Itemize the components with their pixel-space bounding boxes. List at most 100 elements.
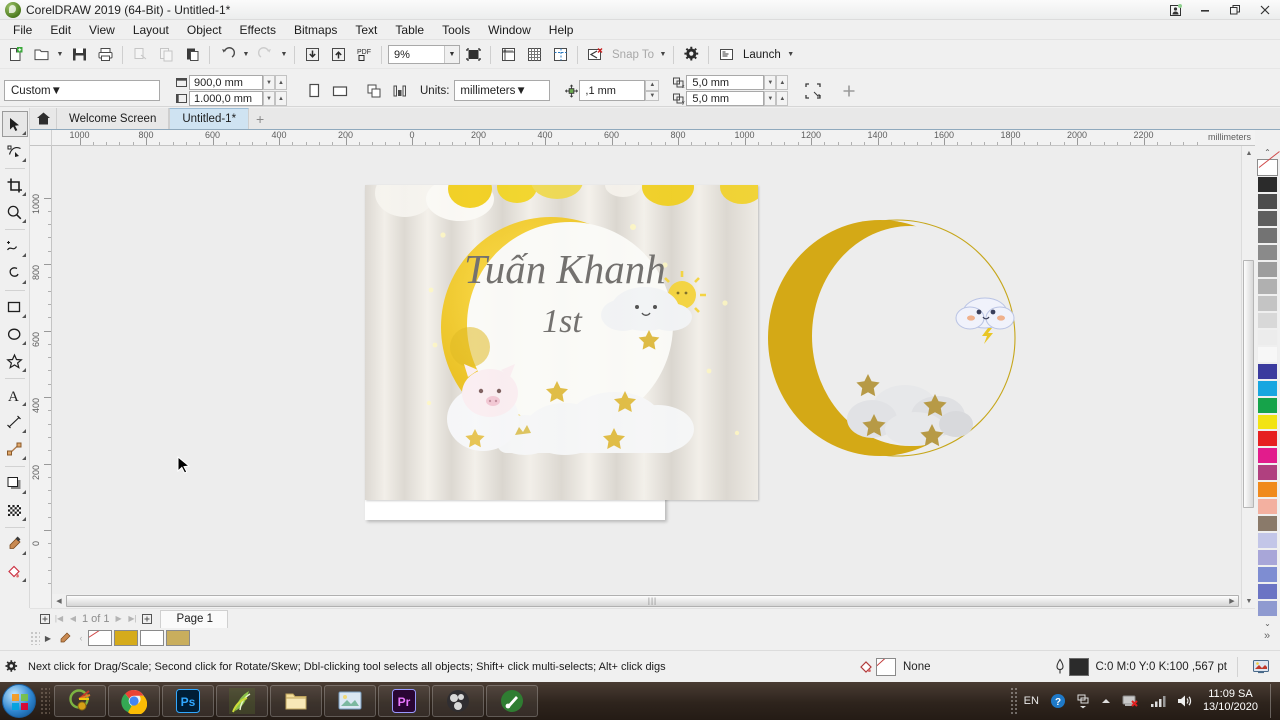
imported-photo-bitmap[interactable]: Tuấn Khanh 1st <box>365 185 758 500</box>
page-width-spinner[interactable]: ▼ ▲ <box>263 75 287 90</box>
freehand-tool-flyout-arrow[interactable] <box>21 253 26 257</box>
close-icon[interactable] <box>1250 0 1280 20</box>
palette-swatch-26[interactable] <box>1257 600 1278 618</box>
palette-swatch-tan[interactable] <box>166 630 190 646</box>
taskitem-photo-viewer[interactable] <box>324 685 376 717</box>
open-dropdown-arrow[interactable]: ▼ <box>54 43 66 67</box>
new-document-tab-button[interactable]: + <box>249 108 271 129</box>
taskitem-corel-leaf[interactable] <box>216 685 268 717</box>
duplicate-y-spinner[interactable]: ▼ ▲ <box>764 91 789 106</box>
paste-icon[interactable] <box>179 43 205 67</box>
palette-swatch-18[interactable] <box>1257 464 1278 482</box>
parallel-dimension-tool[interactable] <box>2 409 28 435</box>
floppy-save-icon[interactable] <box>66 43 92 67</box>
duplicate-x-spinner[interactable]: ▼ ▲ <box>764 75 789 90</box>
palette-swatch-12[interactable] <box>1257 362 1278 380</box>
menu-edit[interactable]: Edit <box>41 21 80 39</box>
scroll-down-arrow-icon[interactable]: ▼ <box>1242 594 1256 608</box>
taskitem-coreldraw[interactable] <box>54 685 106 717</box>
freehand-tool[interactable] <box>2 233 28 259</box>
crop-tool[interactable] <box>2 172 28 198</box>
landscape-orientation-icon[interactable] <box>327 79 353 103</box>
minimize-icon[interactable] <box>1190 0 1220 20</box>
snap-off-icon[interactable] <box>582 43 608 67</box>
text-tool[interactable]: A <box>2 382 28 408</box>
maximize-icon[interactable] <box>1220 0 1250 20</box>
network-error-icon[interactable] <box>1122 693 1140 709</box>
drawing-canvas[interactable]: Tuấn Khanh 1st ◀ ||| ▶ <box>52 146 1255 608</box>
palette-swatch-19[interactable] <box>1257 481 1278 499</box>
palette-swatch-10[interactable] <box>1257 328 1278 346</box>
scroll-left-arrow-icon[interactable]: ◀ <box>52 594 66 608</box>
current-page-only-icon[interactable] <box>387 79 413 103</box>
menu-layout[interactable]: Layout <box>124 21 178 39</box>
show-guidelines-icon[interactable] <box>547 43 573 67</box>
taskitem-corel-capture[interactable] <box>486 685 538 717</box>
nudge-spinner[interactable]: ▲ ▼ <box>645 80 660 101</box>
add-page-after-icon[interactable] <box>140 611 154 627</box>
polygon-tool[interactable] <box>2 348 28 374</box>
help-question-icon[interactable]: ? <box>1050 693 1066 709</box>
menu-window[interactable]: Window <box>479 21 540 39</box>
import-down-arrow-icon[interactable] <box>299 43 325 67</box>
vector-moon-artwork[interactable] <box>760 216 1030 466</box>
drop-shadow-tool[interactable] <box>2 470 28 496</box>
palette-swatch-white[interactable] <box>140 630 164 646</box>
zoom-level-combo[interactable]: 9% ▼ <box>388 45 460 64</box>
fullscreen-preview-icon[interactable] <box>460 43 486 67</box>
palette-swatch-15[interactable] <box>1257 413 1278 431</box>
launch-app-icon[interactable] <box>713 43 739 67</box>
horizontal-ruler[interactable]: millimeters 1000 800 600 400 200 0 200 400 600 80… <box>52 130 1255 146</box>
menu-tools[interactable]: Tools <box>433 21 479 39</box>
palette-swatch-23[interactable] <box>1257 549 1278 567</box>
portrait-orientation-icon[interactable] <box>301 79 327 103</box>
fill-color-indicator[interactable]: None <box>856 657 931 676</box>
export-up-arrow-icon[interactable] <box>325 43 351 67</box>
palette-scroll-down-icon[interactable]: ⌄ <box>1258 617 1278 630</box>
launch-dropdown-arrow[interactable]: ▼ <box>785 43 797 67</box>
redo-dropdown-arrow[interactable]: ▼ <box>278 43 290 67</box>
menu-object[interactable]: Object <box>178 21 231 39</box>
pick-tool[interactable] <box>1 111 28 137</box>
show-hidden-icons-icon[interactable] <box>1076 693 1090 709</box>
palette-swatch-7[interactable] <box>1257 277 1278 295</box>
menu-help[interactable]: Help <box>540 21 583 39</box>
fill-tool-flyout-arrow[interactable] <box>21 578 26 582</box>
interactive-fill-tool[interactable] <box>2 558 28 584</box>
color-proof-icon[interactable] <box>1248 659 1274 675</box>
page-height-field[interactable]: 1.000,0 mm <box>189 91 263 106</box>
polygon-tool-flyout-arrow[interactable] <box>21 368 26 372</box>
menu-file[interactable]: File <box>4 21 41 39</box>
transparency-tool-flyout-arrow[interactable] <box>21 517 26 521</box>
taskitem-chrome[interactable] <box>108 685 160 717</box>
taskitem-premiere[interactable]: Pr <box>378 685 430 717</box>
show-grid-icon[interactable] <box>521 43 547 67</box>
open-folder-icon[interactable] <box>28 43 54 67</box>
add-toolbar-item-icon[interactable] <box>836 79 862 103</box>
nudge-value-field[interactable]: ,1 mm <box>579 80 646 101</box>
palette-swatch-4[interactable] <box>1257 226 1278 244</box>
taskitem-obs[interactable] <box>432 685 484 717</box>
home-icon[interactable] <box>30 108 56 129</box>
zoom-tool-flyout-arrow[interactable] <box>21 219 26 223</box>
page-width-field[interactable]: 900,0 mm <box>189 75 263 90</box>
pick-tool-flyout-arrow[interactable] <box>21 131 26 135</box>
connector-tool[interactable] <box>2 436 28 462</box>
windows-start-orb[interactable] <box>2 684 36 718</box>
redo-arrow-icon[interactable] <box>252 43 278 67</box>
palette-swatch-1[interactable] <box>1257 175 1278 193</box>
palette-swatch-25[interactable] <box>1257 583 1278 601</box>
vscroll-thumb[interactable] <box>1243 260 1254 508</box>
shape-tool[interactable] <box>2 138 28 164</box>
smart-fill-tool-flyout-arrow[interactable] <box>21 280 26 284</box>
palette-swatch-9[interactable] <box>1257 311 1278 329</box>
tray-language[interactable]: EN <box>1024 695 1039 707</box>
palette-swatch-22[interactable] <box>1257 532 1278 550</box>
palette-scroll-up-icon[interactable]: ⌃ <box>1258 146 1278 159</box>
chevron-down-icon[interactable]: ▼ <box>444 46 459 63</box>
previous-page-icon[interactable]: ◀ <box>66 611 80 627</box>
volume-icon[interactable] <box>1176 694 1192 708</box>
chevron-down-icon[interactable]: ▼ <box>515 85 526 97</box>
taskbar-grip[interactable] <box>40 687 50 715</box>
menu-bitmaps[interactable]: Bitmaps <box>285 21 346 39</box>
